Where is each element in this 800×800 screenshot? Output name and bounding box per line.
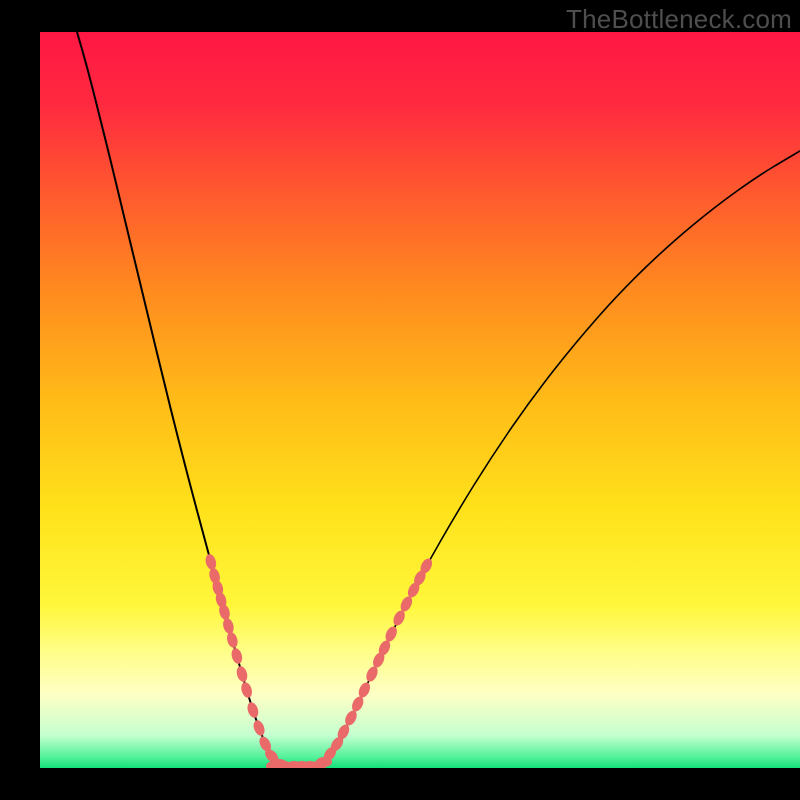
chart-svg — [40, 32, 800, 768]
branch-marker — [316, 757, 332, 767]
chart-frame: TheBottleneck.com — [0, 0, 800, 800]
watermark-text: TheBottleneck.com — [566, 4, 792, 35]
gradient-background — [40, 32, 800, 768]
plot-area — [40, 32, 800, 768]
